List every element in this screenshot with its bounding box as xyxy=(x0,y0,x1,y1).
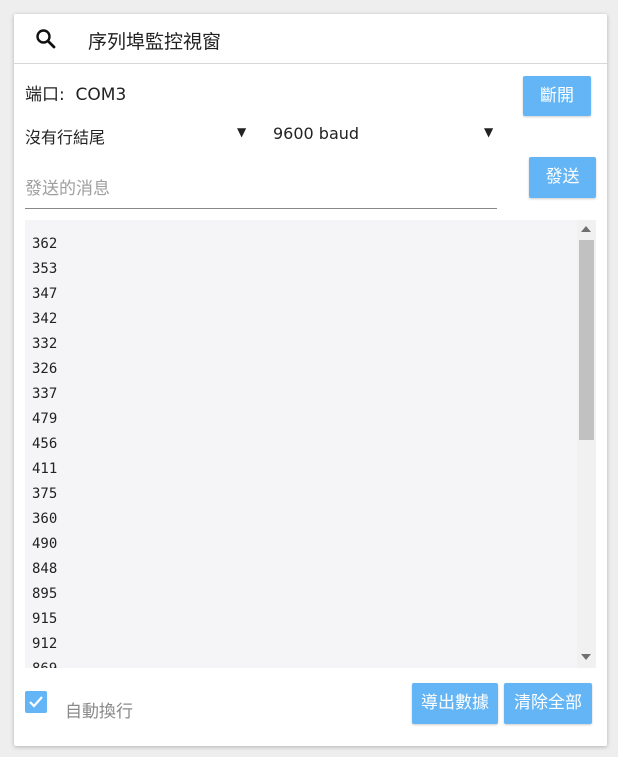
output-line: 869 xyxy=(32,657,57,668)
serial-monitor-panel: 序列埠監控視窗 端口: COM3 斷開 沒有行結尾 ▼ 9600 baud ▼ … xyxy=(14,14,607,746)
search-icon[interactable] xyxy=(34,27,58,51)
scroll-up-arrow-icon[interactable] xyxy=(581,226,591,232)
clear-all-button[interactable]: 清除全部 xyxy=(504,683,592,724)
output-list: 362 353 347 342 332 326 337 479 456 411 375 360 490 8… xyxy=(32,232,57,668)
output-line: 362 xyxy=(32,236,58,252)
dropdown-arrow-icon: ▼ xyxy=(484,125,494,139)
output-line: 915 xyxy=(32,611,58,627)
output-line: 411 xyxy=(32,461,58,477)
output-line: 912 xyxy=(32,636,58,652)
baud-rate-select[interactable]: 9600 baud ▼ xyxy=(273,122,498,148)
output-line: 347 xyxy=(32,286,58,302)
checkmark-icon xyxy=(29,696,43,708)
page-title: 序列埠監控視窗 xyxy=(88,31,222,53)
baud-rate-value: 9600 baud xyxy=(273,124,360,143)
autowrap-checkbox[interactable] xyxy=(25,691,47,713)
output-line: 332 xyxy=(32,336,58,352)
line-ending-select[interactable]: 沒有行結尾 ▼ xyxy=(25,122,250,148)
message-input[interactable] xyxy=(25,169,497,209)
output-console[interactable]: 362 353 347 342 332 326 337 479 456 411 375 360 490 8… xyxy=(25,220,596,668)
output-line: 353 xyxy=(32,261,58,277)
send-button[interactable]: 發送 xyxy=(529,157,596,198)
output-line: 337 xyxy=(32,386,58,402)
output-line: 342 xyxy=(32,311,58,327)
output-line: 375 xyxy=(32,486,58,502)
output-line: 326 xyxy=(32,361,58,377)
output-line: 479 xyxy=(32,411,58,427)
output-line: 360 xyxy=(32,511,58,527)
dropdown-arrow-icon: ▼ xyxy=(237,125,247,139)
disconnect-button[interactable]: 斷開 xyxy=(523,76,591,116)
output-line: 848 xyxy=(32,561,58,577)
port-label: 端口: COM3 xyxy=(25,85,127,105)
autowrap-label: 自動換行 xyxy=(65,702,133,722)
scroll-down-arrow-icon[interactable] xyxy=(581,654,591,660)
output-line: 895 xyxy=(32,586,58,602)
output-line: 456 xyxy=(32,436,58,452)
scrollbar[interactable] xyxy=(577,220,596,668)
title-bar: 序列埠監控視窗 xyxy=(14,14,607,64)
output-line: 490 xyxy=(32,536,58,552)
line-ending-value: 沒有行結尾 xyxy=(25,128,106,147)
scrollbar-thumb[interactable] xyxy=(579,240,594,440)
export-data-button[interactable]: 導出數據 xyxy=(412,683,498,724)
